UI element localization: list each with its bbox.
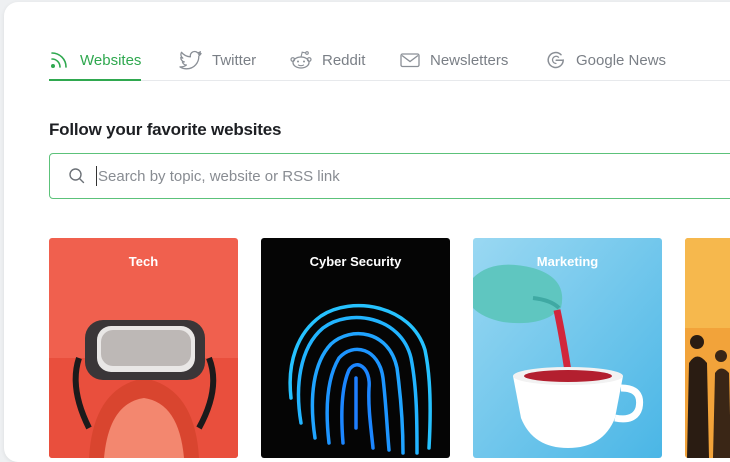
tab-label: Newsletters <box>430 51 509 69</box>
source-tabs: Websites Twitter Reddit Newsletters Goog… <box>49 40 730 81</box>
twitter-icon <box>179 50 203 70</box>
rss-icon <box>49 50 71 70</box>
tab-twitter[interactable]: Twitter <box>179 40 256 80</box>
vr-headset-image <box>49 238 238 458</box>
mail-icon <box>399 50 421 70</box>
topic-card-cyber-security[interactable]: Cyber Security <box>261 238 450 458</box>
reddit-icon <box>289 50 313 70</box>
search-input[interactable] <box>98 154 730 198</box>
search-box[interactable] <box>49 153 730 199</box>
topic-card-marketing[interactable]: Marketing <box>473 238 662 458</box>
section-heading: Follow your favorite websites <box>49 120 282 139</box>
card-label: Tech <box>128 254 159 269</box>
tab-newsletters[interactable]: Newsletters <box>399 40 508 80</box>
text-cursor <box>96 166 97 186</box>
card-label: Marketing <box>536 254 599 269</box>
feeds-panel: Websites Twitter Reddit Newsletters Goog… <box>4 2 730 462</box>
google-icon <box>545 50 567 70</box>
topic-card-partial[interactable] <box>685 238 730 458</box>
tab-google-news[interactable]: Google News <box>545 40 666 80</box>
fingerprint-image <box>261 238 450 458</box>
tab-label: Twitter <box>212 51 257 69</box>
tab-label: Google News <box>576 51 667 69</box>
tab-reddit[interactable]: Reddit <box>289 40 365 80</box>
tab-label: Reddit <box>322 51 366 69</box>
teapot-image <box>473 238 662 458</box>
card-label: Cyber Security <box>309 254 402 269</box>
topic-card-tech[interactable]: Tech <box>49 238 238 458</box>
silhouettes-image <box>685 238 730 458</box>
search-icon <box>68 167 86 185</box>
tab-label: Websites <box>80 51 142 69</box>
tab-websites[interactable]: Websites <box>49 40 142 81</box>
